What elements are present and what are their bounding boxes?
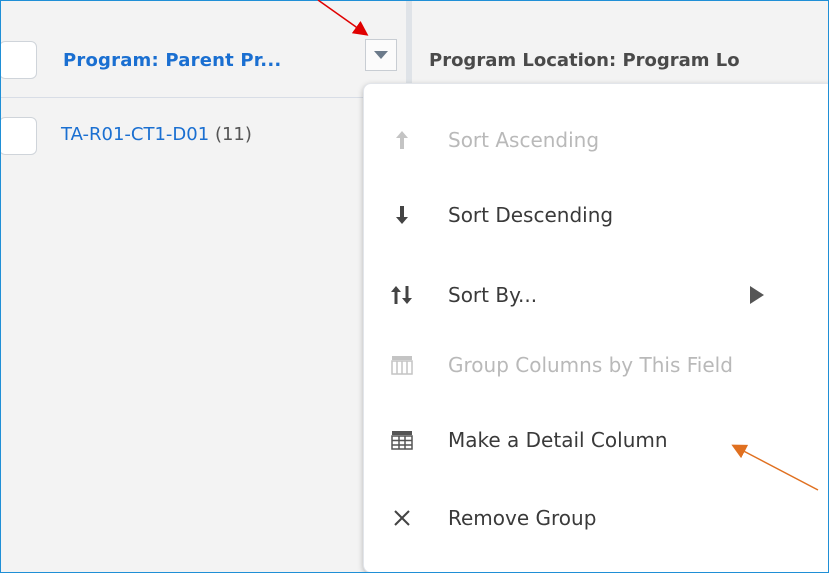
menu-item-label: Sort Ascending [448, 128, 600, 152]
close-icon [390, 506, 414, 530]
header-checkbox[interactable] [1, 41, 37, 79]
column-header-program-location[interactable]: Program Location: Program Lo [429, 50, 740, 71]
sort-up-down-icon [390, 283, 414, 307]
menu-item-label: Sort Descending [448, 203, 614, 227]
report-table: Program: Parent Pr... Program Location: … [0, 0, 829, 573]
menu-item-label: Make a Detail Column [448, 428, 668, 452]
menu-item-remove-group[interactable]: Remove Group [364, 488, 828, 548]
group-columns-icon [390, 353, 414, 377]
arrow-down-icon [390, 203, 414, 227]
detail-column-icon [390, 428, 414, 452]
column-dropdown-menu: Sort Ascending Sort Descending Sort By..… [363, 83, 828, 572]
menu-item-sort-descending[interactable]: Sort Descending [364, 185, 828, 245]
column-menu-button[interactable] [365, 39, 397, 71]
menu-item-label: Remove Group [448, 506, 597, 530]
column-header-program-parent[interactable]: Program: Parent Pr... [63, 50, 281, 71]
chevron-down-icon [374, 51, 388, 59]
menu-item-label: Sort By... [448, 283, 538, 307]
menu-item-sort-ascending[interactable]: Sort Ascending [364, 110, 828, 170]
group-count: (11) [214, 124, 252, 145]
menu-item-label: Group Columns by This Field [448, 353, 733, 377]
menu-item-make-detail-column[interactable]: Make a Detail Column [364, 410, 828, 470]
row-checkbox[interactable] [1, 117, 37, 155]
group-link[interactable]: TA-R01-CT1-D01 [61, 124, 209, 145]
menu-item-sort-by[interactable]: Sort By... [364, 265, 828, 325]
menu-item-group-columns[interactable]: Group Columns by This Field [364, 335, 828, 395]
arrow-up-icon [390, 128, 414, 152]
chevron-right-icon [750, 286, 764, 304]
table-row: TA-R01-CT1-D01 (11) [61, 124, 252, 145]
